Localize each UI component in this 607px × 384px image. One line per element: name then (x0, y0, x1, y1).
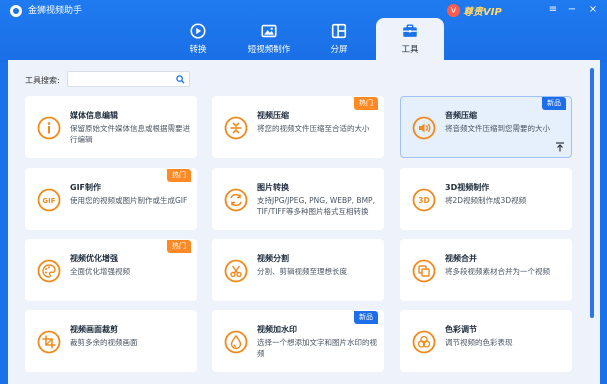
tab-label: 分屏 (330, 45, 348, 55)
title-bar: 金狮视频助手 V 尊贵VIP ≡ − × 转换 短视频制作 分屏 工具 (0, 0, 607, 62)
app-title: 金狮视频助手 (28, 6, 83, 16)
gif-icon: GIF (37, 188, 61, 212)
tool-card-video-enhance[interactable]: 热门 视频优化增强 全面优化增强视频 (25, 239, 197, 301)
vip-label: 尊贵VIP (463, 6, 502, 18)
minimize-button[interactable]: − (565, 3, 579, 17)
tool-title: 视频画面裁剪 (70, 325, 118, 334)
tool-desc: 支持JPG/JPEG, PNG, WEBP, BMP, TIF/TIFF等多种图… (257, 196, 375, 216)
tools-panel: 工具搜索: 媒体信息编辑 保留原始文件媒体信息或根据需要进行编辑 热门 视频压缩… (8, 60, 600, 384)
tool-title: 音频压缩 (445, 111, 477, 120)
3d-icon: 3D (412, 188, 436, 212)
tab-tools[interactable]: 工具 (376, 18, 444, 60)
tool-desc: 全面优化增强视频 (70, 267, 130, 276)
video-compress-icon (224, 116, 248, 140)
vip-button[interactable]: V 尊贵VIP (447, 3, 502, 18)
search-input[interactable] (67, 71, 190, 87)
app-logo (10, 5, 22, 17)
tool-title: 视频优化增强 (70, 254, 118, 263)
tool-title: 图片转换 (257, 183, 289, 192)
color-adjust-icon (412, 330, 436, 354)
tool-title: GIF制作 (70, 183, 102, 192)
image-convert-icon (224, 188, 248, 212)
tool-desc: 使用您的视频或图片制作或生成GIF (70, 196, 188, 205)
convert-icon (190, 23, 206, 39)
tool-desc: 裁剪多余的视频画面 (70, 338, 138, 347)
tool-desc: 将2D视频制作成3D视频 (445, 196, 527, 205)
audio-compress-icon (412, 116, 436, 140)
tool-title: 视频合并 (445, 254, 477, 263)
tool-card-video-merge[interactable]: 视频合并 将多段视频素材合并为一个视频 (400, 239, 572, 301)
hot-badge: 热门 (167, 169, 191, 182)
tool-title: 媒体信息编辑 (70, 111, 118, 120)
tool-card-audio-compress[interactable]: 新品 音频压缩 将音频文件压缩到您需要的大小 (400, 96, 572, 158)
tab-split-screen[interactable]: 分屏 (305, 18, 373, 60)
hot-badge: 热门 (354, 97, 378, 110)
tool-card-video-compress[interactable]: 热门 视频压缩 将您的视频文件压缩至合适的大小 (212, 96, 384, 158)
tool-card-3d-video[interactable]: 3D 3D视频制作 将2D视频制作成3D视频 (400, 168, 572, 230)
tool-title: 3D视频制作 (445, 183, 490, 192)
tab-short-video[interactable]: 短视频制作 (235, 18, 303, 60)
scissors-icon (224, 259, 248, 283)
search-label: 工具搜索: (25, 76, 60, 85)
vip-badge-icon: V (447, 3, 460, 17)
pin-to-top-icon[interactable] (555, 142, 565, 152)
new-badge: 新品 (542, 97, 566, 110)
tool-card-video-crop[interactable]: 视频画面裁剪 裁剪多余的视频画面 (25, 310, 197, 372)
tool-desc: 保留原始文件媒体信息或根据需要进行编辑 (70, 124, 190, 144)
svg-text:GIF: GIF (42, 197, 55, 205)
tool-card-video-split[interactable]: 视频分割 分割、剪辑视频至理想长度 (212, 239, 384, 301)
merge-icon (412, 259, 436, 283)
tool-card-gif[interactable]: 热门 GIF GIF制作 使用您的视频或图片制作或生成GIF (25, 168, 197, 230)
tab-label: 转换 (189, 45, 207, 55)
watermark-icon (224, 330, 248, 354)
close-button[interactable]: × (586, 3, 600, 17)
hot-badge: 热门 (167, 240, 191, 253)
tool-desc: 将音频文件压缩到您需要的大小 (445, 124, 550, 133)
svg-text:3D: 3D (418, 196, 429, 205)
tool-card-color-adjust[interactable]: 色彩调节 调节视频的色彩表现 (400, 310, 572, 372)
toolbox-icon (403, 24, 417, 37)
tool-title: 视频压缩 (257, 111, 289, 120)
tool-desc: 分割、剪辑视频至理想长度 (257, 267, 347, 276)
tool-card-image-convert[interactable]: 图片转换 支持JPG/JPEG, PNG, WEBP, BMP, TIF/TIF… (212, 168, 384, 230)
tool-desc: 将您的视频文件压缩至合适的大小 (257, 124, 370, 133)
new-badge: 新品 (354, 311, 378, 324)
tool-desc: 将多段视频素材合并为一个视频 (445, 267, 550, 276)
split-screen-icon (331, 23, 347, 39)
tool-card-watermark[interactable]: 新品 视频加水印 选择一个想添加文字和图片水印的视频 (212, 310, 384, 372)
menu-button[interactable]: ≡ (546, 3, 560, 17)
info-icon (37, 116, 61, 140)
search-icon[interactable] (176, 75, 185, 84)
tab-label: 工具 (401, 45, 419, 55)
tool-title: 视频分割 (257, 254, 289, 263)
short-video-icon (261, 24, 277, 38)
crop-icon (37, 330, 61, 354)
tool-card-media-info[interactable]: 媒体信息编辑 保留原始文件媒体信息或根据需要进行编辑 (25, 96, 197, 158)
tab-convert[interactable]: 转换 (164, 18, 232, 60)
tool-title: 视频加水印 (257, 325, 297, 334)
palette-icon (37, 259, 61, 283)
tool-desc: 选择一个想添加文字和图片水印的视频 (257, 338, 377, 358)
scrollbar[interactable] (590, 68, 594, 318)
tool-title: 色彩调节 (445, 325, 477, 334)
tab-label: 短视频制作 (247, 45, 291, 55)
tool-desc: 调节视频的色彩表现 (445, 338, 513, 347)
